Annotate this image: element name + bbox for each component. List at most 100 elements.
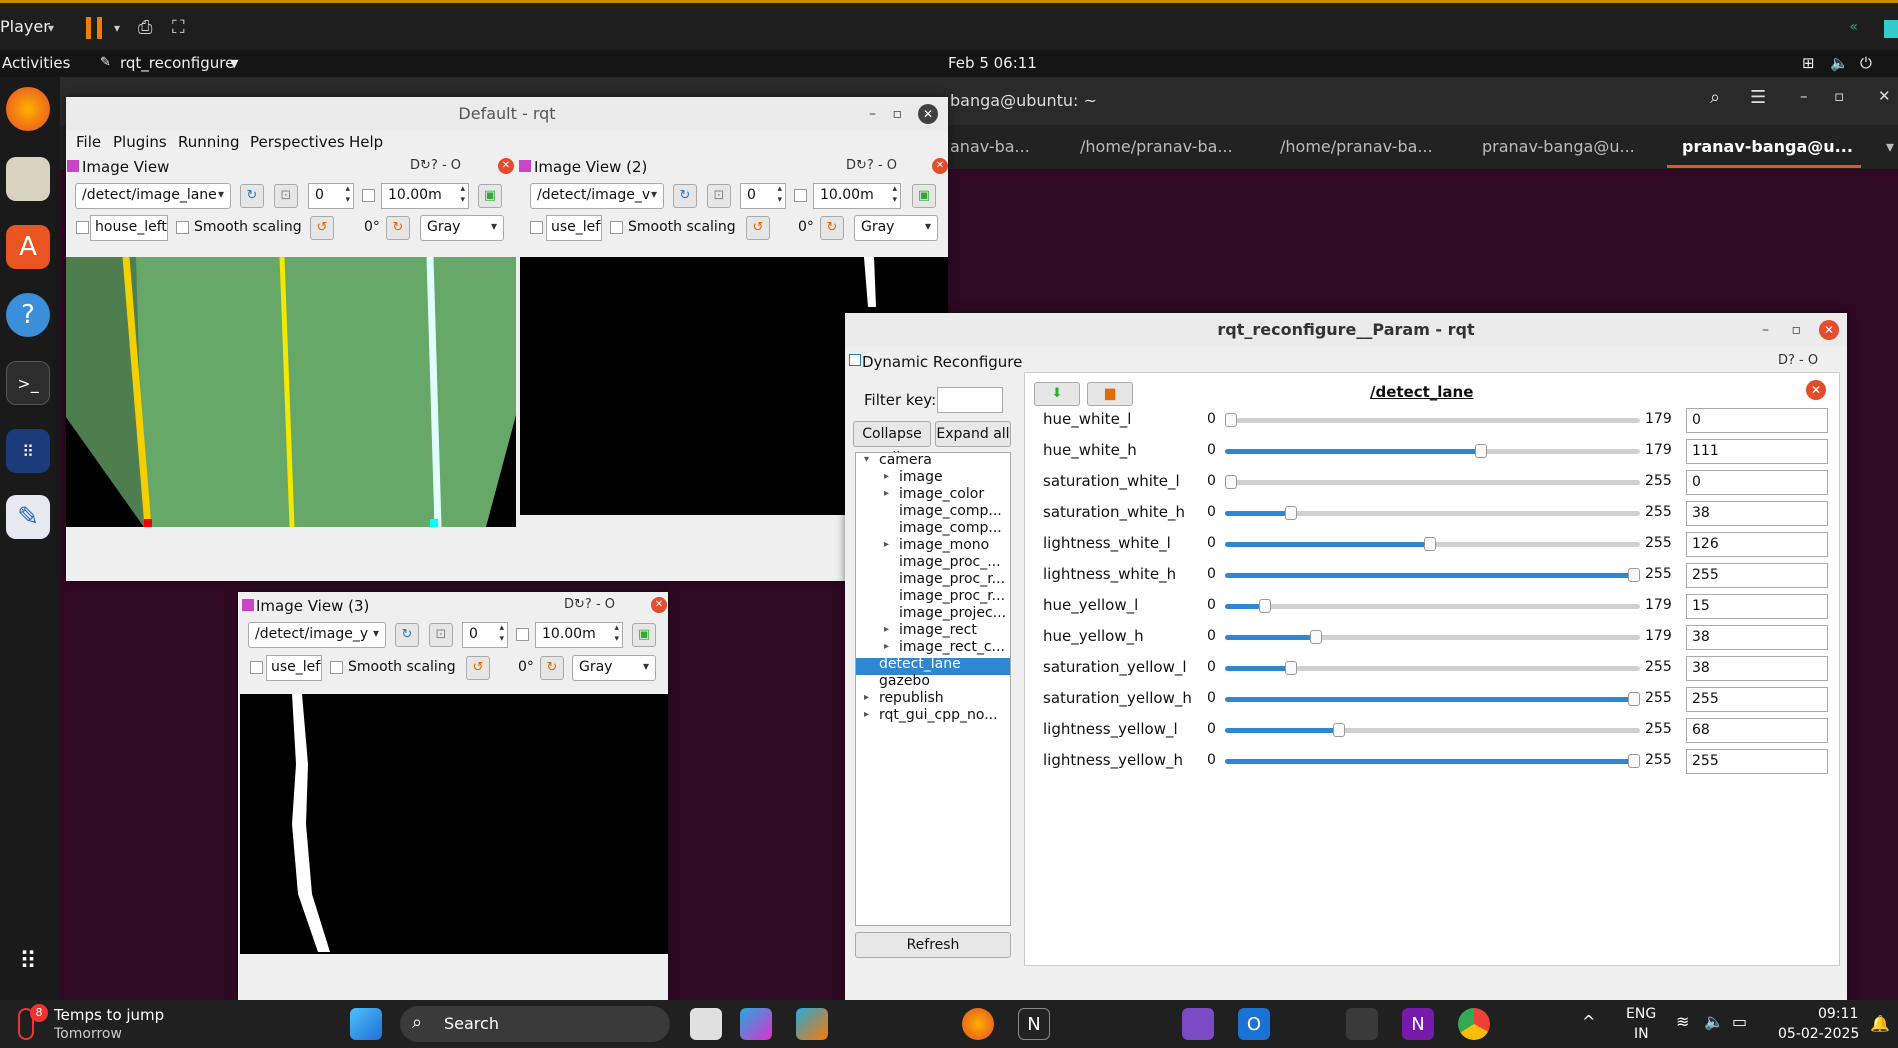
power-icon[interactable]: ⏻ xyxy=(1860,54,1872,72)
color-scheme-select[interactable]: Gray xyxy=(420,215,504,241)
battery-icon[interactable]: ▭ xyxy=(1732,1012,1747,1031)
zoom-icon[interactable]: ⊡ xyxy=(707,184,731,208)
param-slider[interactable] xyxy=(1225,568,1640,582)
activities-button[interactable]: Activities xyxy=(2,54,70,72)
tree-item[interactable]: republish xyxy=(879,690,944,706)
chrome-icon[interactable] xyxy=(1458,1008,1490,1040)
clock[interactable]: Feb 5 06:11 xyxy=(948,54,1037,72)
tree-item[interactable]: gazebo xyxy=(879,673,930,689)
app-center-icon[interactable]: A xyxy=(6,225,50,269)
close-icon[interactable]: ✕ xyxy=(918,104,938,124)
slider-handle[interactable] xyxy=(1259,599,1271,613)
topic-select[interactable]: /detect/image_v xyxy=(530,183,664,209)
save-image-icon[interactable]: ▣ xyxy=(632,623,656,647)
visual-studio-icon[interactable] xyxy=(1182,1008,1214,1040)
sub-checkbox[interactable] xyxy=(250,661,263,674)
sub-topic-entry[interactable]: house_left xyxy=(90,215,168,241)
zoom-icon[interactable]: ⊡ xyxy=(429,623,453,647)
param-slider[interactable] xyxy=(1225,661,1640,675)
menu-running[interactable]: Running xyxy=(178,133,239,151)
slider-handle[interactable] xyxy=(1475,444,1487,458)
weather-sub[interactable]: Tomorrow xyxy=(54,1026,122,1042)
plugin-dock-buttons[interactable]: D? - O xyxy=(1778,353,1818,368)
files-icon[interactable] xyxy=(6,157,50,201)
delay-checkbox[interactable] xyxy=(362,189,375,202)
refresh-icon[interactable]: ↻ xyxy=(395,623,419,647)
sub-topic-entry[interactable]: use_left xyxy=(266,655,322,681)
app-menu[interactable]: rqt_reconfigure xyxy=(120,54,234,72)
spin-box[interactable]: 0 xyxy=(740,183,786,209)
save-image-icon[interactable]: ▣ xyxy=(912,184,936,208)
language-top[interactable]: ENG xyxy=(1626,1006,1656,1022)
image-view-2-dock-buttons[interactable]: D↻? - O xyxy=(846,158,897,173)
tree-item[interactable]: image_rect_c... xyxy=(899,639,1005,655)
menu-help[interactable]: Help xyxy=(349,133,383,151)
spin-box[interactable]: 0 xyxy=(462,622,508,648)
chevron-up-icon[interactable]: ^ xyxy=(1582,1012,1595,1031)
param-slider[interactable] xyxy=(1225,692,1640,706)
tree-item[interactable]: detect_lane xyxy=(879,656,961,672)
notion-icon[interactable]: N xyxy=(1018,1008,1050,1040)
delay-checkbox[interactable] xyxy=(794,189,807,202)
param-value-input[interactable]: 15 xyxy=(1686,594,1828,619)
param-value-input[interactable]: 38 xyxy=(1686,501,1828,526)
menu-file[interactable]: File xyxy=(76,133,101,151)
param-slider[interactable] xyxy=(1225,754,1640,768)
tree-item[interactable]: image_mono xyxy=(899,537,989,553)
terminal-tab[interactable]: pranav-banga@u... xyxy=(1482,137,1635,156)
maximize-icon[interactable]: ▫ xyxy=(1834,87,1844,105)
tree-item[interactable]: image_proc_r... xyxy=(899,571,1005,587)
language-bottom[interactable]: IN xyxy=(1634,1026,1649,1042)
maximize-icon[interactable]: ▫ xyxy=(893,97,903,131)
refresh-icon[interactable]: ↻ xyxy=(240,184,264,208)
firefox-icon[interactable] xyxy=(962,1008,994,1040)
param-slider[interactable] xyxy=(1225,506,1640,520)
windows-start-icon[interactable] xyxy=(350,1008,382,1040)
collapse-icon[interactable]: « xyxy=(1849,19,1858,35)
smooth-scaling-checkbox[interactable] xyxy=(330,661,343,674)
sub-checkbox[interactable] xyxy=(530,221,543,234)
taskbar-time[interactable]: 09:11 xyxy=(1818,1006,1858,1022)
collapsed-arrow-icon[interactable]: ▸ xyxy=(864,709,869,720)
notification-icon[interactable]: 🔔 xyxy=(1870,1014,1890,1033)
unity-icon[interactable] xyxy=(1884,20,1898,38)
menu-perspectives[interactable]: Perspectives xyxy=(250,133,345,151)
tree-item[interactable]: camera xyxy=(879,452,932,468)
minimize-icon[interactable]: – xyxy=(869,97,876,131)
dock-label[interactable]: D xyxy=(1778,353,1788,368)
collapsed-arrow-icon[interactable]: ▸ xyxy=(884,624,889,635)
slider-handle[interactable] xyxy=(1285,661,1297,675)
fullscreen-icon[interactable]: ⛶ xyxy=(172,17,185,38)
delay-spin[interactable]: 10.00m xyxy=(813,183,901,209)
rotate-left-icon[interactable]: ↺ xyxy=(310,216,334,240)
weather-title[interactable]: Temps to jump xyxy=(54,1006,164,1024)
rotate-right-icon[interactable]: ↻ xyxy=(540,656,564,680)
param-value-input[interactable]: 111 xyxy=(1686,439,1828,464)
close-node-icon[interactable]: ✕ xyxy=(1806,380,1826,400)
search-box[interactable] xyxy=(400,1006,670,1042)
tree-item[interactable]: image_proc_... xyxy=(899,554,1001,570)
param-slider[interactable] xyxy=(1225,413,1640,427)
param-value-input[interactable]: 255 xyxy=(1686,687,1828,712)
terminal-tab[interactable]: /home/pranav-ba... xyxy=(1080,137,1233,156)
rotate-left-icon[interactable]: ↺ xyxy=(746,216,770,240)
outlook-icon[interactable]: O xyxy=(1238,1008,1270,1040)
image-view-3-dock-buttons[interactable]: D↻? - O xyxy=(564,597,615,612)
collapsed-arrow-icon[interactable]: ▸ xyxy=(864,692,869,703)
collapsed-arrow-icon[interactable]: ▸ xyxy=(884,641,889,652)
collapsed-arrow-icon[interactable]: ▸ xyxy=(884,539,889,550)
load-icon[interactable]: ⬇ xyxy=(1034,382,1080,406)
menu-plugins[interactable]: Plugins xyxy=(113,133,167,151)
sub-topic-entry[interactable]: use_left xyxy=(546,215,602,241)
collapsed-arrow-icon[interactable]: ▸ xyxy=(884,471,889,482)
terminal-tab[interactable]: anav-ba... xyxy=(950,137,1030,156)
param-value-input[interactable]: 38 xyxy=(1686,625,1828,650)
slider-handle[interactable] xyxy=(1225,413,1237,427)
param-value-input[interactable]: 255 xyxy=(1686,563,1828,588)
color-scheme-select[interactable]: Gray xyxy=(854,215,938,241)
param-slider[interactable] xyxy=(1225,537,1640,551)
slider-handle[interactable] xyxy=(1424,537,1436,551)
pause-icon[interactable] xyxy=(86,17,102,39)
delay-spin[interactable]: 10.00m xyxy=(535,622,623,648)
refresh-button[interactable]: Refresh xyxy=(855,932,1011,958)
